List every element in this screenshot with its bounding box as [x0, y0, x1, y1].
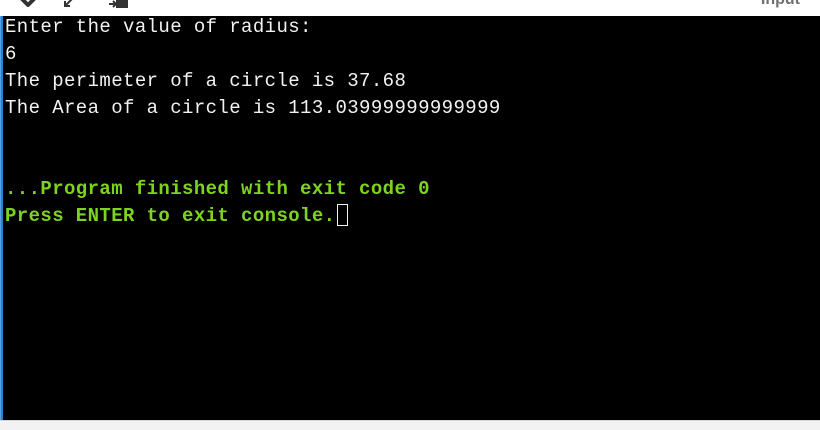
toolbar: Input	[0, 0, 820, 16]
press-enter-text: Press ENTER to exit console.	[5, 205, 336, 227]
resize-icon[interactable]	[62, 0, 80, 10]
exit-status-line: ...Program finished with exit code 0	[5, 178, 430, 200]
text-cursor	[337, 204, 349, 226]
console-line-perimeter: The perimeter of a circle is 37.68	[5, 70, 407, 92]
console-line-input-value: 6	[5, 43, 17, 65]
online-compiler-window: Input Enter the value of radius: 6 The p…	[0, 0, 820, 430]
open-icon[interactable]	[108, 0, 130, 10]
check-icon[interactable]	[18, 0, 42, 10]
input-tab-label[interactable]: Input	[761, 0, 800, 9]
press-enter-line: Press ENTER to exit console.	[5, 203, 349, 230]
console-line-prompt: Enter the value of radius:	[5, 16, 312, 38]
console-output[interactable]: Enter the value of radius: 6 The perimet…	[3, 16, 820, 420]
console-line-area: The Area of a circle is 113.039999999999…	[5, 97, 501, 119]
bottom-strip	[0, 420, 820, 430]
